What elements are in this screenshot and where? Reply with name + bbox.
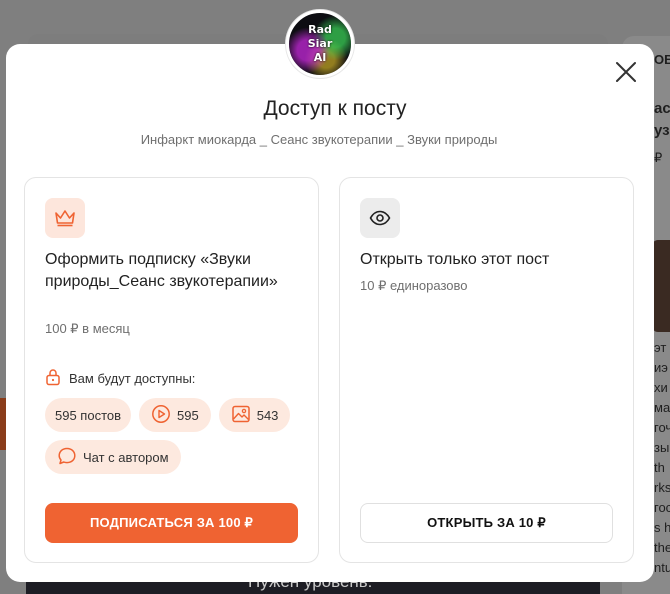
eye-icon xyxy=(360,198,400,238)
avatar-line: AI xyxy=(313,51,327,64)
videos-count-chip: 595 xyxy=(139,398,211,432)
crown-icon xyxy=(45,198,85,238)
videos-count: 595 xyxy=(177,407,199,423)
background-text: гос xyxy=(654,500,670,515)
chat-label: Чат с автором xyxy=(83,449,169,465)
avatar-logo-text: Rad Siar AI xyxy=(289,13,351,75)
posts-count-chip: 595 постов xyxy=(45,398,132,432)
play-icon xyxy=(151,404,171,427)
single-post-price: 10 ₽ единоразово xyxy=(360,278,468,293)
image-icon xyxy=(231,404,251,427)
background-text: гоч xyxy=(654,420,670,435)
chat-chip: Чат с автором xyxy=(45,440,181,474)
background-text: хи xyxy=(654,380,668,395)
modal-subtitle: Инфаркт миокарда _ Сеанс звукотерапии _ … xyxy=(140,132,498,147)
background-text: ма xyxy=(654,400,670,415)
subscribe-price: 100 ₽ в месяц xyxy=(45,321,130,336)
open-post-button[interactable]: ОТКРЫТЬ ЗА 10 ₽ xyxy=(360,503,613,543)
images-count: 543 xyxy=(256,407,279,423)
images-count-chip: 543 xyxy=(218,398,291,432)
avatar-line: Rad xyxy=(308,23,332,36)
background-text: ОВ xyxy=(654,52,670,67)
single-post-card: Открыть только этот пост 10 ₽ единоразов… xyxy=(339,177,634,563)
access-chips: 595 постов 595 543 Чат с автором xyxy=(45,398,315,474)
background-image xyxy=(652,240,670,332)
background-text: s h xyxy=(654,520,670,535)
background-text: эт xyxy=(654,340,667,355)
modal-title: Доступ к посту xyxy=(263,97,407,120)
avatar-line: Siar xyxy=(307,37,333,50)
access-label: Вам будут доступны: xyxy=(69,371,196,386)
lock-icon xyxy=(45,368,61,389)
background-text: зы xyxy=(654,440,670,455)
background-text: the xyxy=(654,540,670,555)
background-text: иэ xyxy=(654,360,668,375)
access-label-row: Вам будут доступны: xyxy=(45,368,195,389)
posts-count: 595 постов xyxy=(55,407,122,423)
subscribe-title: Оформить подписку «Звуки природы_Сеанс з… xyxy=(45,251,278,290)
single-post-title: Открыть только этот пост xyxy=(360,251,550,268)
background-text: узь xyxy=(654,122,670,139)
subscribe-button[interactable]: ПОДПИСАТЬСЯ ЗА 100 ₽ xyxy=(45,503,298,543)
background-text: ntu xyxy=(654,560,670,575)
background-text: rks xyxy=(654,480,670,495)
background-text: ₽ xyxy=(654,150,663,165)
author-avatar[interactable]: Rad Siar AI xyxy=(286,10,354,78)
chat-icon xyxy=(57,446,77,469)
subscribe-card: Оформить подписку «Звуки природы_Сеанс з… xyxy=(24,177,319,563)
background-text: th xyxy=(654,460,665,475)
close-icon[interactable] xyxy=(614,60,638,84)
